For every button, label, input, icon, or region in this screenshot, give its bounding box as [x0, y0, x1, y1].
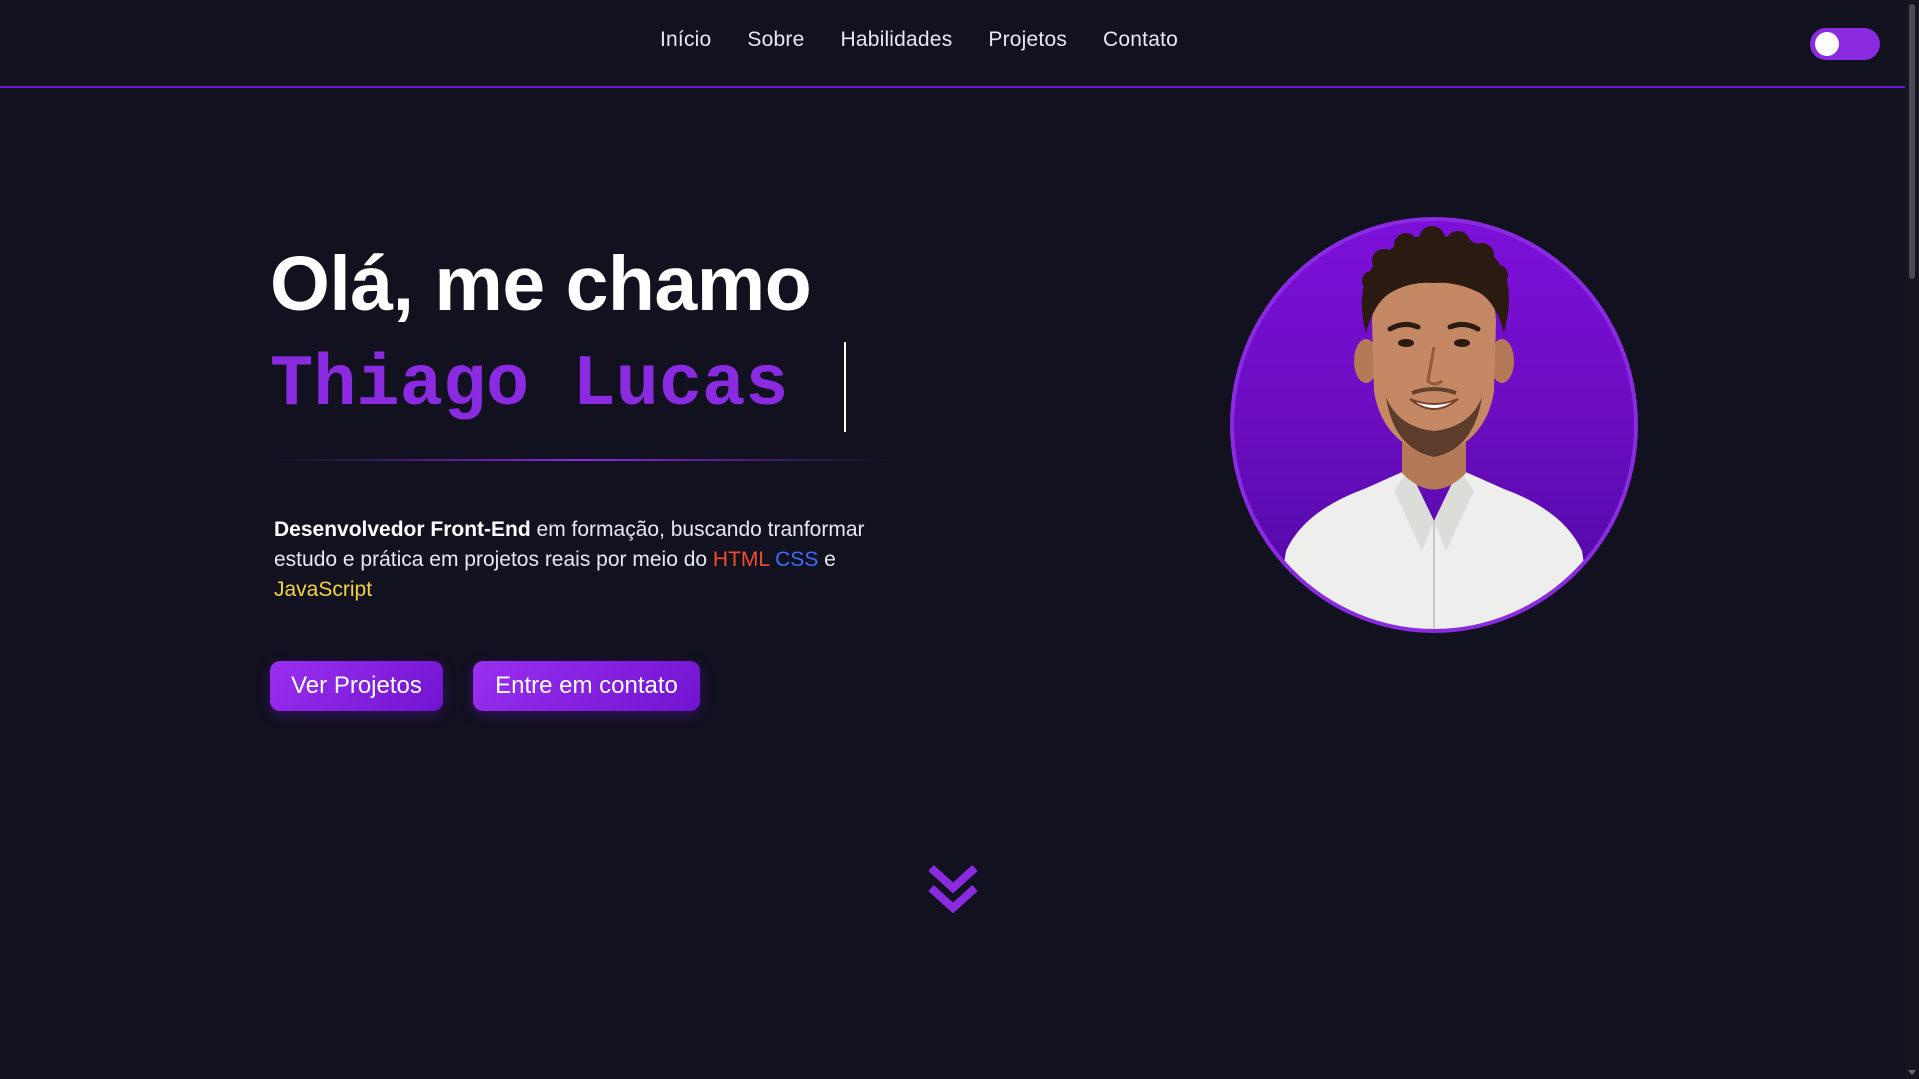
view-projects-button[interactable]: Ver Projetos — [270, 661, 443, 711]
profile-photo — [1230, 217, 1638, 633]
scrollbar-arrow-down-icon[interactable] — [1908, 1070, 1916, 1075]
page-scrollbar[interactable] — [1905, 0, 1919, 1079]
bio-and: e — [818, 548, 836, 571]
typing-caret — [844, 342, 846, 432]
theme-toggle-knob — [1815, 32, 1839, 56]
double-chevron-down-icon[interactable] — [925, 862, 981, 916]
hero-greeting: Olá, me chamo — [270, 241, 812, 327]
theme-toggle[interactable] — [1810, 28, 1880, 60]
bio-javascript: JavaScript — [274, 578, 373, 601]
hero-name: Thiago Lucas — [270, 344, 789, 426]
bio-role: Desenvolvedor Front-End — [274, 518, 531, 541]
nav-link-inicio[interactable]: Início — [660, 28, 711, 52]
nav-link-contato[interactable]: Contato — [1103, 28, 1178, 52]
nav-link-projetos[interactable]: Projetos — [988, 28, 1067, 52]
contact-button[interactable]: Entre em contato — [473, 661, 700, 711]
nav-link-sobre[interactable]: Sobre — [747, 28, 804, 52]
scrollbar-thumb[interactable] — [1909, 4, 1915, 279]
profile-portrait-illustration — [1274, 226, 1594, 629]
nav-links: Início Sobre Habilidades Projetos Contat… — [660, 28, 1178, 52]
navbar: Início Sobre Habilidades Projetos Contat… — [0, 0, 1905, 88]
bio-css: CSS — [775, 548, 819, 571]
hero-divider — [272, 459, 892, 461]
hero-bio: Desenvolvedor Front-End em formação, bus… — [274, 515, 914, 605]
page: Início Sobre Habilidades Projetos Contat… — [0, 0, 1919, 1079]
nav-link-habilidades[interactable]: Habilidades — [840, 28, 952, 52]
bio-html: HTML — [712, 548, 770, 571]
